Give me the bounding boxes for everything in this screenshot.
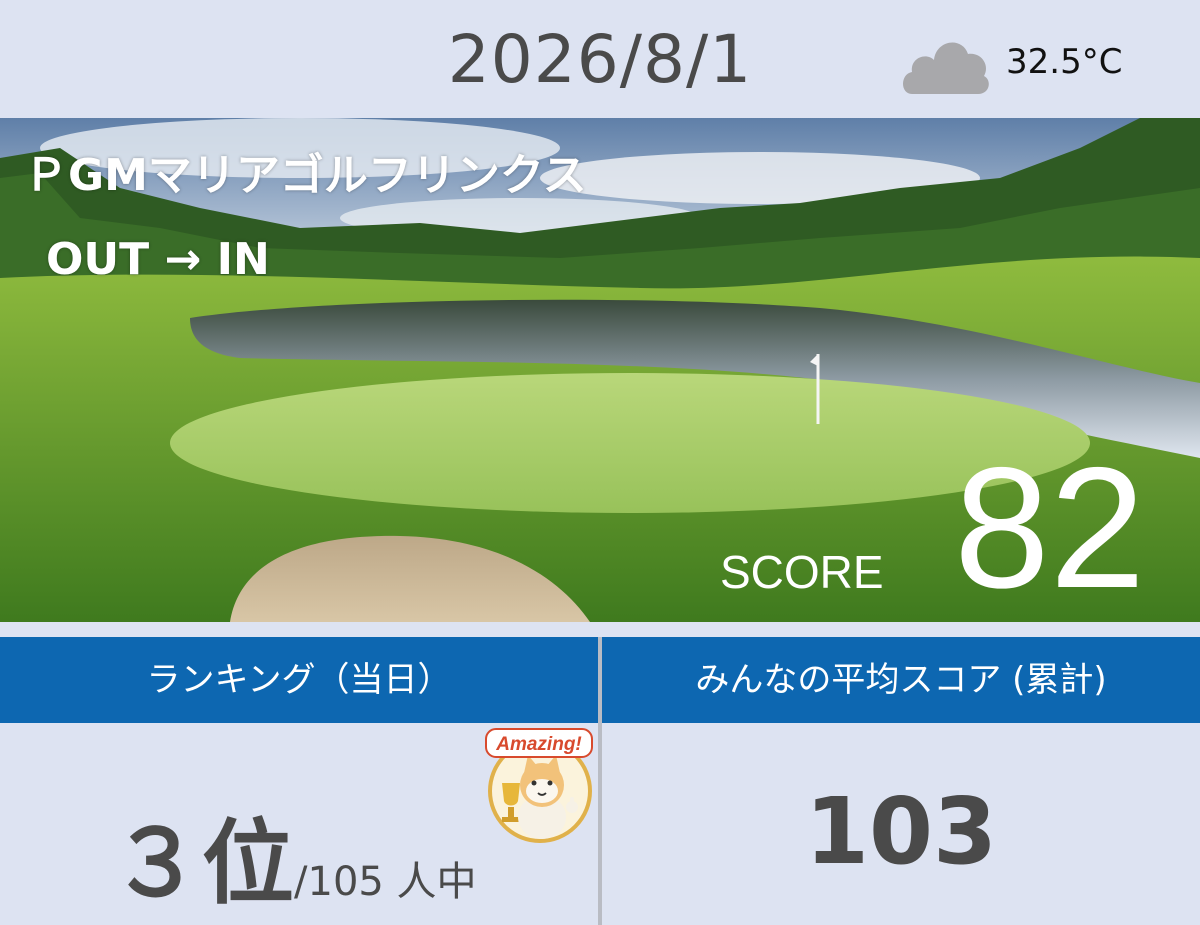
ranking-result: ３位/105 人中 [110, 789, 477, 922]
course-hero-image: ＰGMマリアゴルフリンクス OUT → IN SCORE 82 [0, 118, 1200, 622]
average-score-value: 103 [804, 778, 998, 885]
rank-total: /105 人中 [294, 859, 477, 905]
average-score-panel-title: みんなの平均スコア (累計) [602, 637, 1200, 723]
header-bar: 2026/8/1 32.5°C [0, 0, 1200, 118]
average-score-panel: みんなの平均スコア (累計) 103 [602, 637, 1200, 925]
ranking-panel: ランキング（当日） ３位/105 人中 Amazing! [0, 637, 598, 925]
rank-value: ３位 [110, 810, 295, 917]
badge-text: Amazing! [495, 734, 582, 755]
amazing-cat-badge-icon: Amazing! [485, 728, 593, 843]
course-name: ＰGMマリアゴルフリンクス [24, 150, 587, 201]
ranking-panel-title: ランキング（当日） [0, 637, 598, 723]
cloud-icon [903, 42, 989, 94]
score-label: SCORE [720, 546, 884, 598]
score-value: 82 [954, 432, 1146, 622]
route-label: OUT → IN [46, 234, 270, 285]
temperature-label: 32.5°C [1006, 42, 1123, 82]
